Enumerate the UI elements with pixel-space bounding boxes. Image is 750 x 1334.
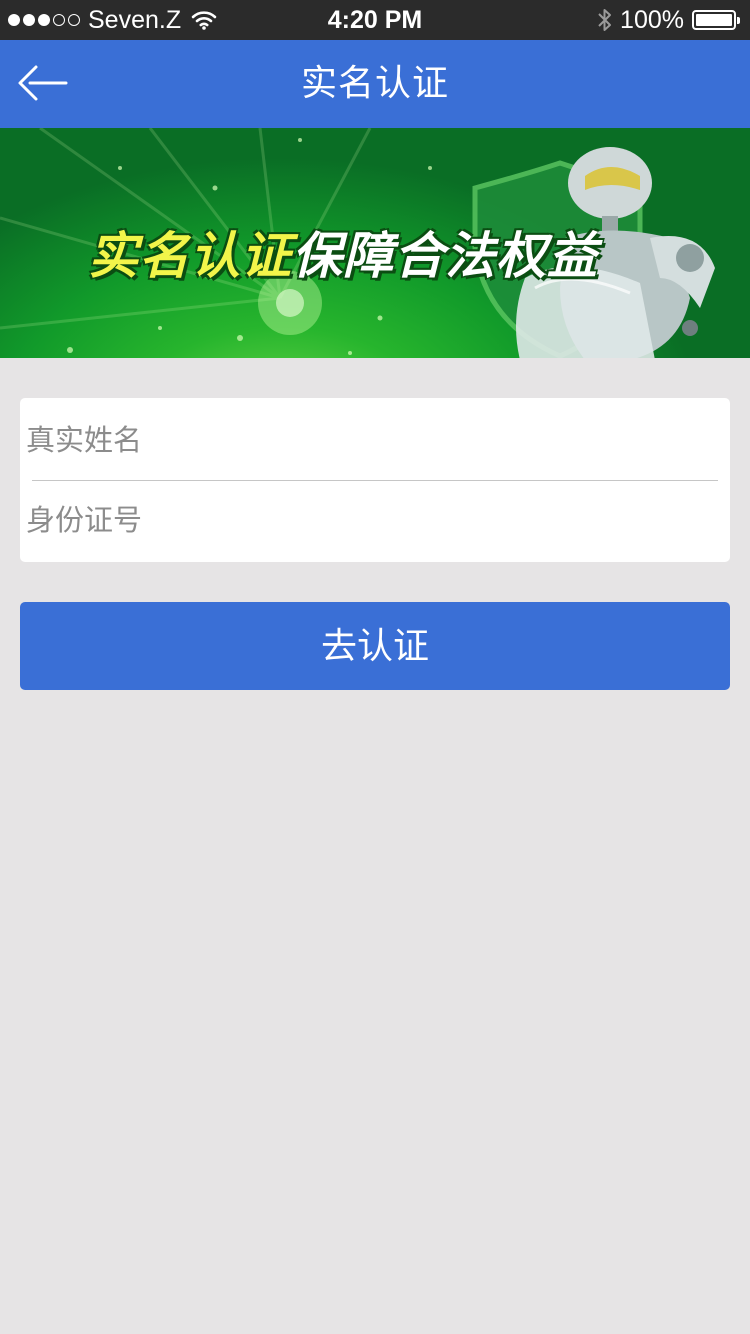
status-bar: Seven.Z 4:20 PM 100% xyxy=(0,0,750,40)
navigation-bar: 实名认证 xyxy=(0,40,750,128)
arrow-left-icon xyxy=(18,65,68,101)
id-number-input[interactable] xyxy=(20,480,730,560)
verification-form xyxy=(20,398,730,562)
battery-icon xyxy=(692,10,740,30)
status-right: 100% xyxy=(598,0,740,40)
real-name-input[interactable] xyxy=(20,400,730,480)
slogan-rest: 保障合法权益 xyxy=(292,227,598,285)
battery-level xyxy=(696,14,732,26)
slogan-highlight: 实名认证 xyxy=(88,227,292,285)
battery-percent: 100% xyxy=(620,5,684,34)
verify-button[interactable]: 去认证 xyxy=(20,602,730,690)
back-button[interactable] xyxy=(14,58,70,108)
banner-slogan: 实名认证保障合法权益 xyxy=(88,216,598,296)
promo-banner: 实名认证保障合法权益 xyxy=(0,128,750,358)
page-title: 实名认证 xyxy=(300,63,449,104)
bluetooth-icon xyxy=(598,9,612,31)
